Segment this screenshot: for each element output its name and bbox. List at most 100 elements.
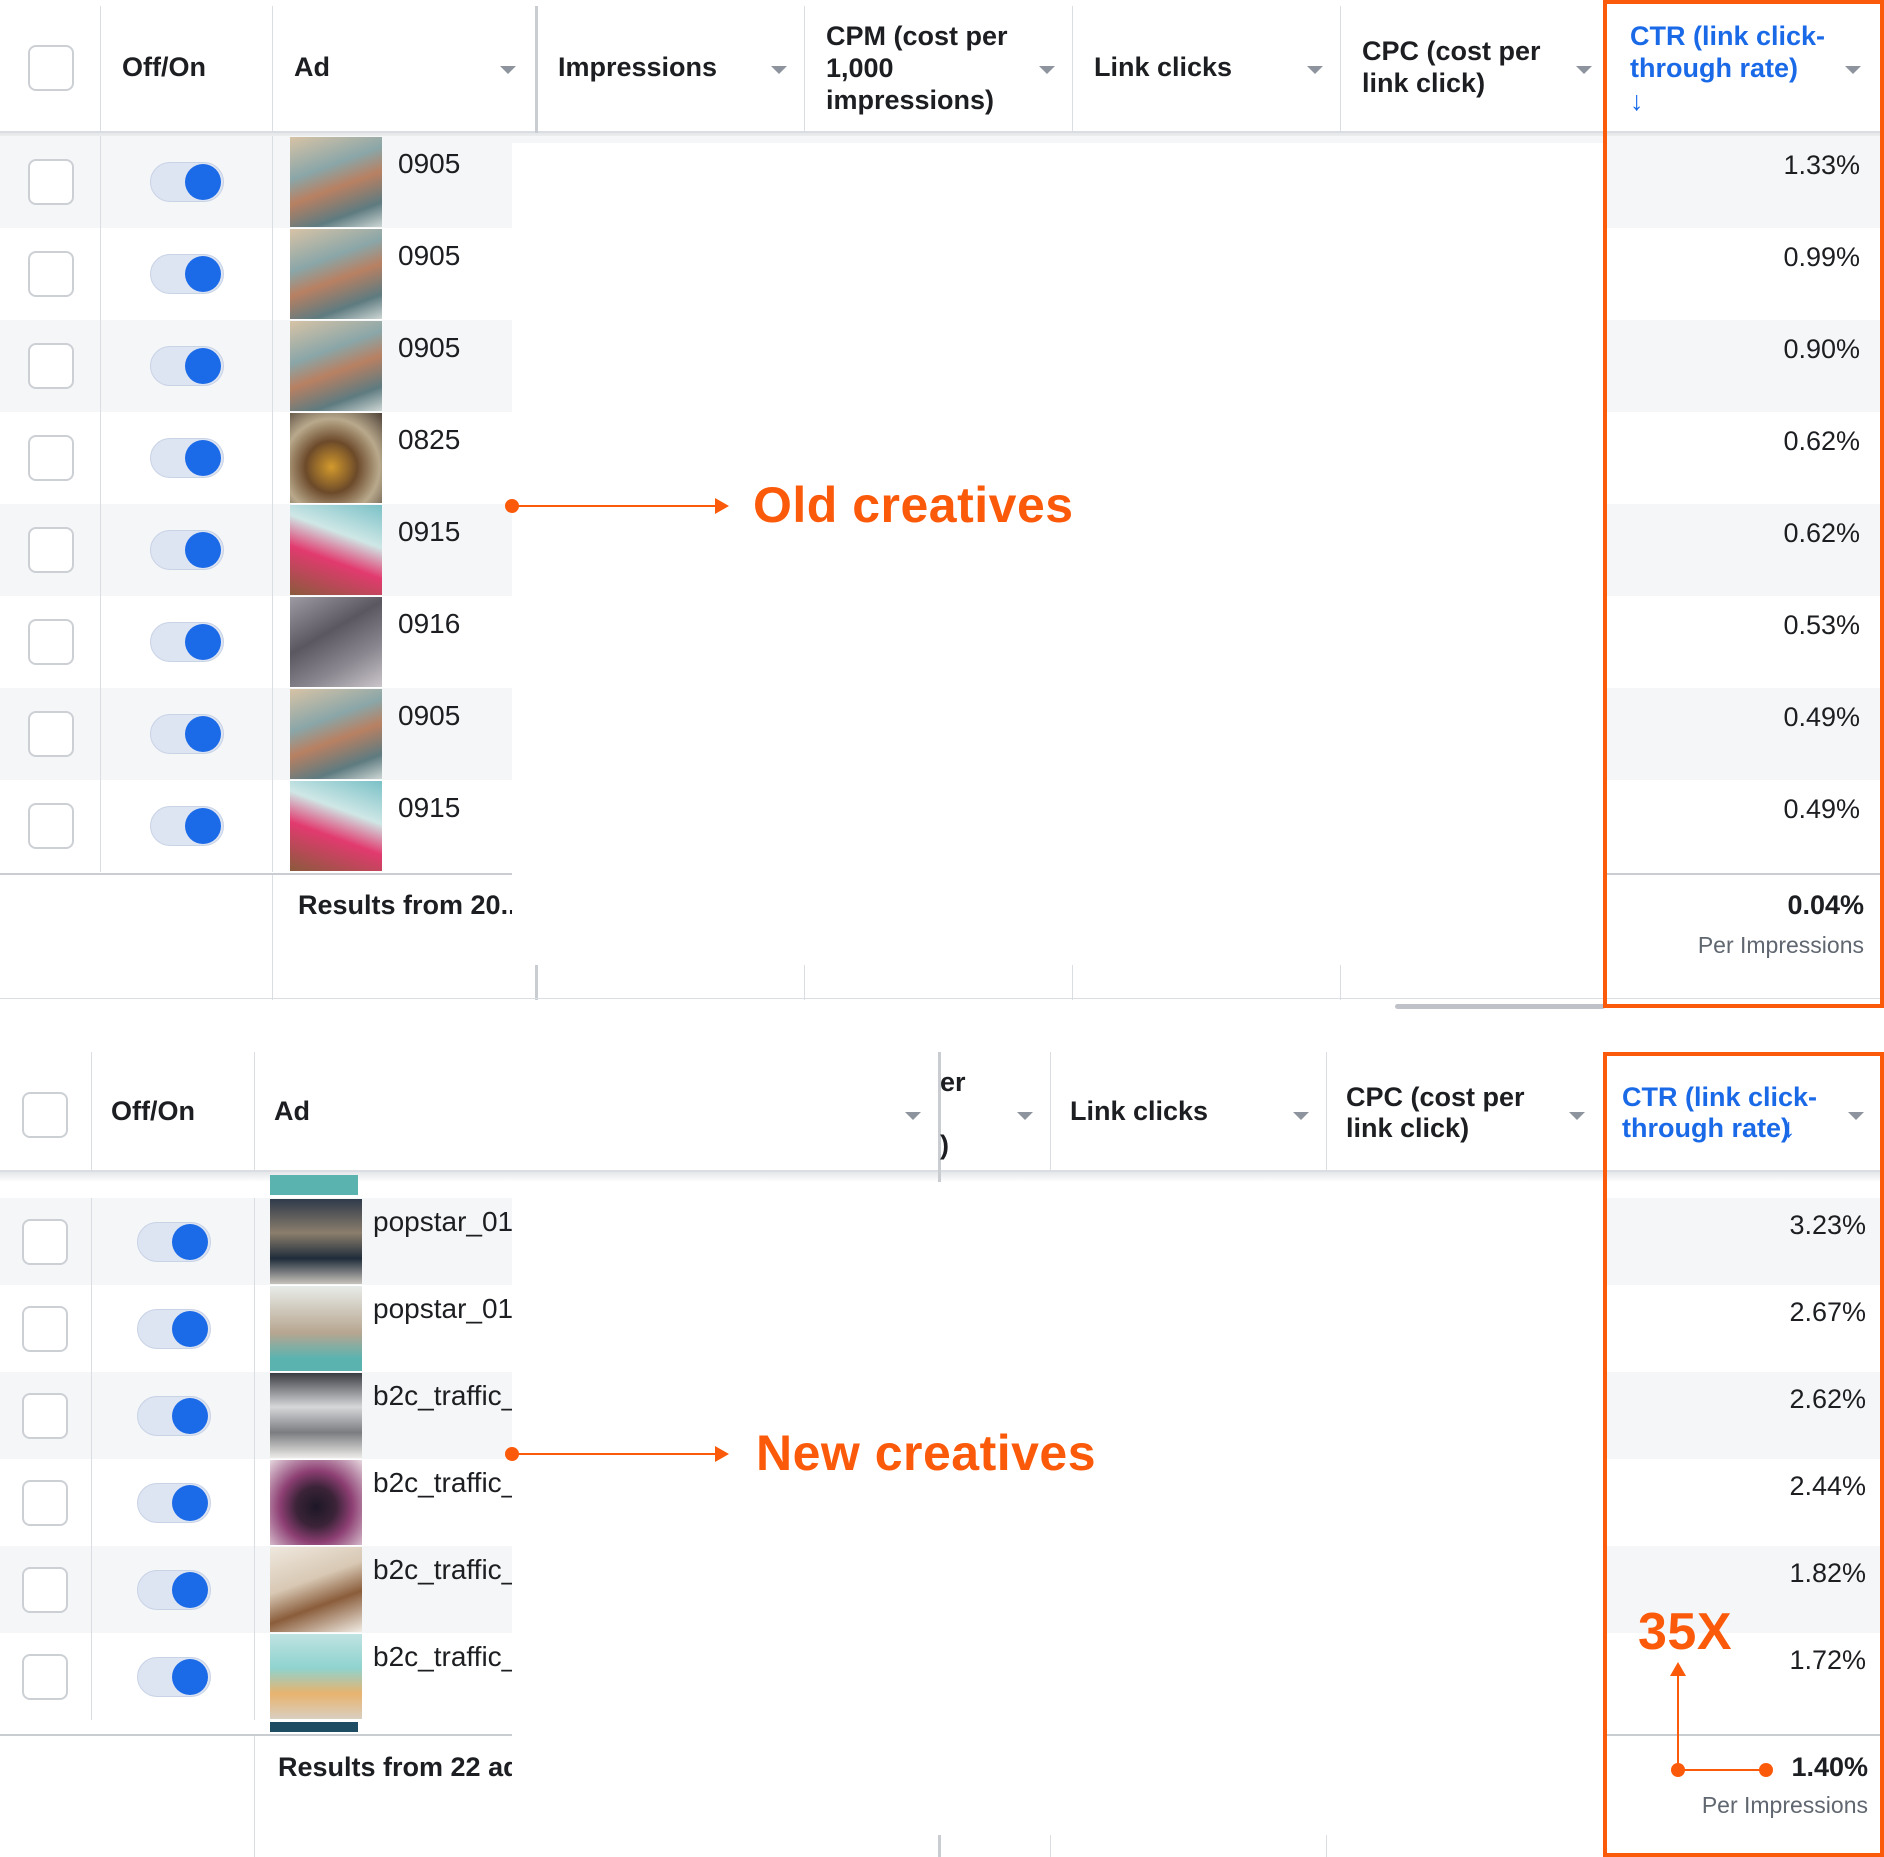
row-checkbox[interactable] xyxy=(22,1653,68,1700)
chevron-down-icon[interactable] xyxy=(1017,1112,1033,1120)
ad-thumbnail-woman-portrait[interactable] xyxy=(290,137,382,227)
ad-toggle-switch[interactable] xyxy=(150,530,224,570)
row-checkbox[interactable] xyxy=(28,711,74,757)
header-cpc-line1[interactable]: CPC (cost per xyxy=(1346,1082,1525,1113)
chevron-down-icon[interactable] xyxy=(771,66,787,74)
ad-toggle-switch[interactable] xyxy=(137,1569,211,1610)
ad-thumbnail-lips-berries[interactable] xyxy=(270,1460,362,1545)
row-checkbox[interactable] xyxy=(22,1392,68,1439)
ad-thumbnail-woman-portrait[interactable] xyxy=(290,689,382,779)
ad-name-link[interactable]: 0905 xyxy=(398,332,512,364)
row-checkbox[interactable] xyxy=(22,1305,68,1352)
ad-toggle-switch[interactable] xyxy=(150,438,224,478)
results-summary: Results from 22 ads xyxy=(278,1752,512,1782)
ad-thumbnail-dog-teal[interactable] xyxy=(270,1286,362,1371)
column-divider xyxy=(1340,6,1341,133)
header-partial-line1[interactable]: er xyxy=(940,1067,966,1098)
toggle-knob xyxy=(172,1397,208,1434)
header-cpm-line3[interactable]: impressions) xyxy=(826,85,994,116)
header-cpc-line1[interactable]: CPC (cost per xyxy=(1362,36,1541,67)
ad-thumbnail-dachshund[interactable] xyxy=(270,1547,362,1632)
ad-thumbnail-food-bowl[interactable] xyxy=(290,413,382,503)
ad-name-link[interactable]: b2c_traffic_l xyxy=(373,1380,512,1412)
chevron-down-icon[interactable] xyxy=(1293,1112,1309,1120)
row-checkbox[interactable] xyxy=(22,1218,68,1265)
toggle-knob xyxy=(172,1658,208,1695)
ad-toggle-switch[interactable] xyxy=(137,1308,211,1349)
row-checkbox[interactable] xyxy=(22,1566,68,1613)
ad-name-link[interactable]: 0905 xyxy=(398,240,512,272)
chevron-down-icon[interactable] xyxy=(500,66,516,74)
ad-toggle-switch[interactable] xyxy=(150,346,224,386)
header-link-clicks[interactable]: Link clicks xyxy=(1070,1096,1208,1127)
ad-toggle-switch[interactable] xyxy=(150,254,224,294)
ad-thumbnail-woman-portrait[interactable] xyxy=(290,229,382,319)
column-divider xyxy=(1072,6,1073,133)
row-checkbox[interactable] xyxy=(28,343,74,389)
column-divider xyxy=(91,1198,92,1285)
row-checkbox[interactable] xyxy=(28,159,74,205)
partial-thumbnail xyxy=(270,1175,358,1195)
ad-toggle-switch[interactable] xyxy=(137,1221,211,1262)
column-divider xyxy=(272,780,273,872)
arrow-right-icon xyxy=(715,498,729,514)
column-divider xyxy=(91,1052,92,1172)
ad-thumbnail-popsicles[interactable] xyxy=(270,1634,362,1719)
chevron-down-icon[interactable] xyxy=(1569,1112,1585,1120)
ad-toggle-switch[interactable] xyxy=(150,714,224,754)
ad-thumbnail-woman-pink[interactable] xyxy=(290,505,382,595)
chevron-down-icon[interactable] xyxy=(1576,66,1592,74)
ad-thumbnail-street-shop[interactable] xyxy=(270,1199,362,1284)
header-cpc-line2[interactable]: link click) xyxy=(1362,68,1485,99)
header-cpm-line2[interactable]: 1,000 xyxy=(826,53,894,84)
toggle-knob xyxy=(172,1310,208,1347)
chevron-down-icon[interactable] xyxy=(1307,66,1323,74)
row-checkbox[interactable] xyxy=(28,619,74,665)
ad-name-link[interactable]: popstar_01_ xyxy=(373,1206,512,1238)
ad-name-link[interactable]: 0915 xyxy=(398,792,512,824)
header-ad[interactable]: Ad xyxy=(274,1096,310,1127)
ad-thumbnail-objects-grey[interactable] xyxy=(290,597,382,687)
header-impressions[interactable]: Impressions xyxy=(558,52,717,83)
ad-name-link[interactable]: 0905 xyxy=(398,148,512,180)
row-checkbox[interactable] xyxy=(28,803,74,849)
header-cpm-line1[interactable]: CPM (cost per xyxy=(826,21,1008,52)
ad-name-link[interactable]: b2c_traffic_l xyxy=(373,1554,512,1586)
ad-name-link[interactable]: 0905 xyxy=(398,700,512,732)
ad-name-link[interactable]: 0916 xyxy=(398,608,512,640)
header-cpc-line2[interactable]: link click) xyxy=(1346,1113,1469,1144)
ad-thumbnail-storefront[interactable] xyxy=(270,1373,362,1458)
row-checkbox[interactable] xyxy=(28,527,74,573)
header-ad[interactable]: Ad xyxy=(294,52,330,83)
horizontal-scrollbar[interactable] xyxy=(1395,1004,1605,1009)
ad-name-link[interactable]: b2c_traffic_s xyxy=(373,1641,512,1673)
ad-toggle-switch[interactable] xyxy=(137,1656,211,1697)
ad-toggle-switch[interactable] xyxy=(137,1395,211,1436)
ad-name-link[interactable]: 0915 xyxy=(398,516,512,548)
ad-toggle-switch[interactable] xyxy=(137,1482,211,1523)
ad-toggle-switch[interactable] xyxy=(150,622,224,662)
column-divider xyxy=(91,1459,92,1546)
chevron-down-icon[interactable] xyxy=(1039,66,1055,74)
row-checkbox[interactable] xyxy=(22,1479,68,1526)
header-link-clicks[interactable]: Link clicks xyxy=(1094,52,1232,83)
ad-thumbnail-woman-pink[interactable] xyxy=(290,781,382,871)
chevron-down-icon[interactable] xyxy=(905,1112,921,1120)
ad-name-link[interactable]: 0825 xyxy=(398,424,512,456)
old-creatives-table: Off/On Ad Impressions CPM (cost per 1,00… xyxy=(0,0,1884,1010)
ad-toggle-switch[interactable] xyxy=(150,162,224,202)
column-divider xyxy=(254,1198,255,1285)
column-divider xyxy=(100,228,101,320)
select-all-checkbox[interactable] xyxy=(28,45,74,91)
row-checkbox[interactable] xyxy=(28,435,74,481)
header-off-on[interactable]: Off/On xyxy=(111,1096,195,1127)
ad-name-link[interactable]: popstar_01_ xyxy=(373,1293,512,1325)
ad-toggle-switch[interactable] xyxy=(150,806,224,846)
ad-thumbnail-woman-portrait[interactable] xyxy=(290,321,382,411)
header-partial-line2[interactable]: ) xyxy=(940,1130,949,1161)
ad-name-link[interactable]: b2c_traffic_s xyxy=(373,1467,512,1499)
row-checkbox[interactable] xyxy=(28,251,74,297)
header-off-on[interactable]: Off/On xyxy=(122,52,206,83)
select-all-checkbox[interactable] xyxy=(22,1092,68,1138)
column-divider xyxy=(100,136,101,228)
